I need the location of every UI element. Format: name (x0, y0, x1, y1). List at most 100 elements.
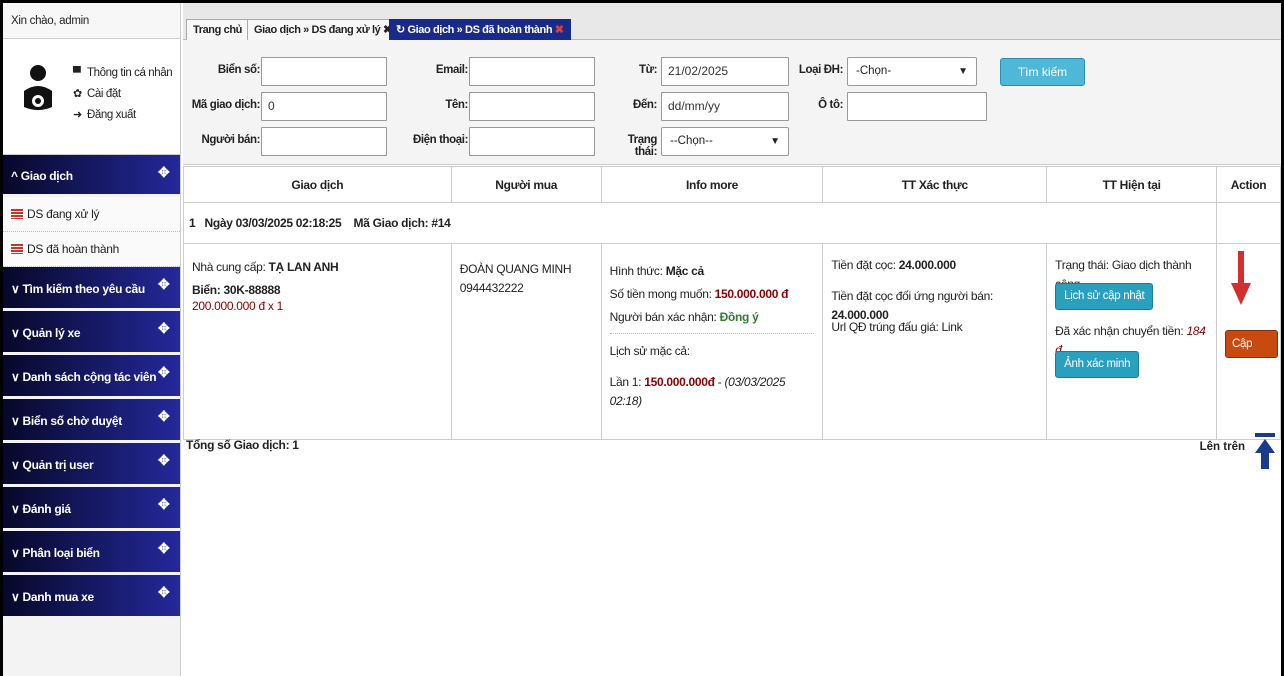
sidebar: Xin chào, admin ▀ Thông tin cá nhân ✿ Cài … (3, 3, 181, 676)
confirm-value: Đồng ý (719, 310, 759, 324)
to-date-input[interactable]: dd/mm/yy (661, 92, 789, 121)
current-status: Trạng thái: Giao dịch thành công (1055, 258, 1192, 291)
wanted-label: Số tiền mong muốn: (609, 287, 715, 301)
nav-label: Quản lý xe (22, 326, 81, 340)
order-type-label: Loại ĐH: (798, 64, 843, 76)
nav-collaborators[interactable]: ∨ Danh sách cộng tác viên ✥ (3, 355, 180, 399)
nav-label: Danh sách cộng tác viên (22, 370, 157, 384)
settings-link[interactable]: ✿ Cài đặt (73, 84, 172, 105)
counter-deposit-label: Tiền đặt cọc đối ứng người bán: (831, 289, 994, 303)
tab-home[interactable]: Trang chủ (186, 19, 249, 40)
row-code: Mã Giao dịch: #14 (353, 216, 451, 230)
from-date-label: Từ: (639, 64, 657, 76)
nav-car-management[interactable]: ∨ Quản lý xe ✥ (3, 311, 180, 355)
phone-input[interactable] (469, 127, 595, 156)
name-label: Tên: (445, 99, 468, 111)
nav-user-admin[interactable]: ∨ Quản trị user ✥ (3, 443, 180, 487)
profile-menu: ▀ Thông tin cá nhân ✿ Cài đặt ➜ Đăng xuất (73, 63, 173, 126)
nav-reviews[interactable]: ∨ Đánh giá ✥ (3, 487, 180, 531)
header-transaction: Giao dịch (183, 166, 452, 203)
divider (609, 333, 815, 334)
phone-label: Điện thoại: (412, 134, 468, 146)
chevron-down-icon: ▼ (770, 136, 780, 147)
row-index: 1 (189, 216, 196, 230)
cell-transaction: Nhà cung cấp: TẠ LAN ANH Biển: 30K-88888… (183, 243, 452, 440)
nav-label: Tìm kiếm theo yêu cầu (22, 282, 146, 296)
arrow-down-icon (1231, 251, 1251, 305)
logout-link[interactable]: ➜ Đăng xuất (73, 105, 172, 126)
total-label: Tổng số Giao dịch: (186, 438, 293, 452)
plate-input[interactable] (261, 57, 387, 86)
seller-input[interactable] (261, 127, 387, 156)
order-type-select[interactable]: -Chọn- ▼ (847, 57, 977, 86)
nav-plate-types[interactable]: ∨ Phân loại biển ✥ (3, 531, 180, 575)
move-icon: ✥ (158, 364, 170, 380)
status-select[interactable]: --Chọn-- ▼ (661, 127, 789, 156)
row-summary-empty (1216, 202, 1281, 244)
profile-info-link[interactable]: ▀ Thông tin cá nhân (73, 63, 173, 84)
chevron-down-icon: ∨ (11, 370, 23, 384)
to-date-label: Đến: (633, 99, 657, 111)
nav-pending-plates[interactable]: ∨ Biển số chờ duyệt ✥ (3, 399, 180, 443)
move-icon: ✥ (158, 452, 170, 468)
chevron-down-icon: ∨ (11, 458, 23, 472)
nav-giao-dich[interactable]: ^ Giao dịch ✥ (3, 155, 180, 197)
seller-label: Người bán: (201, 134, 261, 146)
url-link[interactable]: Link (942, 320, 963, 334)
sub-item-label: DS đã hoàn thành (27, 242, 119, 256)
tab-label: Giao dịch » DS đang xử lý (254, 24, 381, 36)
to-top-link[interactable]: Lên trên (1200, 441, 1245, 453)
car-input[interactable] (847, 92, 987, 121)
arrow-up-icon[interactable] (1255, 433, 1275, 469)
status-select-value: --Chọn-- (670, 135, 713, 147)
confirm-label: Người bán xác nhận: (609, 310, 720, 324)
header-current-status: TT Hiện tại (1046, 166, 1217, 203)
tab-processing[interactable]: Giao dịch » DS đang xử lý ✖ (247, 19, 399, 40)
chevron-up-icon: ^ (11, 169, 21, 183)
user-avatar-icon (24, 65, 52, 110)
transaction-id-input[interactable]: 0 (261, 92, 387, 121)
buyer-phone: 0944432222 (459, 281, 524, 295)
nav-search-request[interactable]: ∨ Tìm kiếm theo yêu cầu ✥ (3, 267, 180, 311)
update-button[interactable]: Cập nhật (1225, 330, 1278, 376)
search-button[interactable]: Tìm kiếm (1000, 58, 1085, 86)
nav-label: Phân loại biển (22, 546, 100, 560)
sidebar-item-processing[interactable]: DS đang xử lý (3, 197, 180, 232)
comment-icon: ▀ (73, 67, 81, 79)
tab-label: Trang chủ (193, 24, 242, 36)
order-type-value: -Chọn- (856, 65, 892, 77)
supplier-name: TẠ LAN ANH (268, 260, 339, 274)
gear-icon: ✿ (73, 88, 82, 100)
nav-label: Danh mua xe (22, 590, 95, 604)
greeting: Xin chào, admin (3, 3, 180, 39)
move-icon: ✥ (158, 540, 170, 556)
main-content: Trang chủ Giao dịch » DS đang xử lý ✖ ↻ … (183, 3, 1281, 676)
chevron-down-icon: ∨ (11, 414, 23, 428)
logout-label: Đăng xuất (87, 109, 136, 121)
supplier-label: Nhà cung cấp: (192, 260, 269, 274)
chevron-down-icon: ∨ (11, 590, 23, 604)
total-value: 1 (292, 438, 299, 452)
cell-info: Hình thức: Mặc cả Số tiền mong muốn: 150… (600, 243, 824, 440)
round-value: 150.000.000đ (644, 375, 715, 389)
name-input[interactable] (469, 92, 595, 121)
header-info: Info more (600, 166, 824, 203)
deposit-label: Tiền đặt cọc: (831, 258, 899, 272)
header-verification: TT Xác thực (822, 166, 1048, 203)
from-date-input[interactable]: 21/02/2025 (661, 57, 789, 86)
tab-completed[interactable]: ↻ Giao dịch » DS đã hoàn thành ✖ (389, 19, 571, 40)
chevron-down-icon: ∨ (11, 282, 23, 296)
round-label: Lần 1: (609, 375, 645, 389)
transaction-id-label: Mã giao dịch: (191, 99, 261, 111)
price: 200.000.000 đ x 1 (192, 299, 283, 313)
nav-label: Biển số chờ duyệt (22, 414, 123, 428)
verification-image-button[interactable]: Ảnh xác minh (1055, 351, 1140, 378)
nav-label: Đánh giá (22, 502, 72, 516)
sidebar-item-completed[interactable]: DS đã hoàn thành (3, 232, 180, 267)
header-action: Action (1216, 166, 1281, 203)
close-icon[interactable]: ✖ (555, 24, 564, 36)
nav-car-purchases[interactable]: ∨ Danh mua xe ✥ (3, 575, 180, 619)
update-history-button[interactable]: Lịch sử cập nhật (1055, 283, 1154, 310)
email-input[interactable] (469, 57, 595, 86)
plate-label: Biển số: (217, 64, 261, 76)
